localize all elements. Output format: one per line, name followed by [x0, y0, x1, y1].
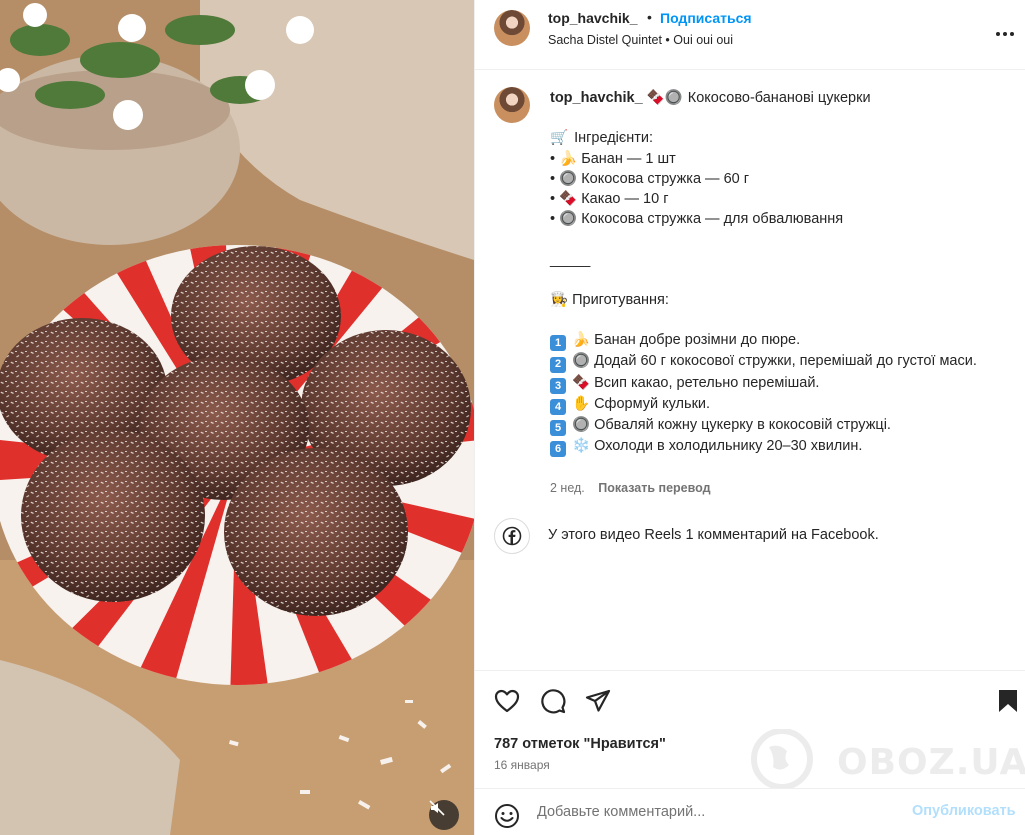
caption-line: • 🍫 Какао — 10 г [550, 189, 990, 209]
post-age: 2 нед. [550, 481, 585, 495]
post-caption: top_havchik_ 🍫🔘 Кокосово-бананові цукерки 🛒… [475, 70, 1025, 670]
post-date[interactable]: 16 января [494, 758, 550, 772]
recipe-step: 4 ✋ Сформуй кульки. [550, 394, 990, 415]
caption-line-text: _____ [550, 251, 591, 268]
comment-button[interactable] [538, 686, 568, 716]
smile-icon[interactable] [494, 803, 520, 829]
bookmark-icon [999, 690, 1017, 712]
step-number-badge: 1 [550, 335, 566, 352]
paper-plane-icon [585, 689, 611, 712]
recipe-step: 5 🔘 Обваляй кожну цукерку в кокосовій стр… [550, 415, 990, 436]
caption-line [550, 270, 990, 290]
separator-dot: • [647, 9, 652, 25]
food-photo [0, 0, 474, 835]
post-details-panel: top_havchik_ • Подписаться Sacha Distel … [474, 0, 1025, 835]
share-button[interactable] [583, 686, 613, 716]
caption-author-avatar[interactable] [494, 87, 530, 123]
caption-username[interactable]: top_havchik_ [550, 90, 643, 106]
likes-count[interactable]: 787 отметок "Нравится" [494, 736, 666, 752]
like-button[interactable] [492, 686, 522, 716]
caption-title-line: top_havchik_ 🍫🔘 Кокосово-бананові цукерки [550, 88, 990, 108]
caption-line: _____ [550, 250, 990, 270]
speaker-muted-icon [429, 800, 445, 816]
translate-button[interactable]: Показать перевод [598, 481, 710, 495]
recipe-step: 3 🍫 Всип какао, ретельно перемішай. [550, 373, 990, 394]
recipe-step: 6 ❄️ Охолоди в холодильнику 20–30 хвилин. [550, 436, 990, 457]
step-number-badge: 5 [550, 419, 566, 436]
more-horizontal-icon[interactable] [995, 19, 1015, 49]
caption-emoji: 🛒 [550, 130, 569, 147]
caption-line: • 🍌 Банан — 1 шт [550, 149, 990, 169]
step-number-badge: 2 [550, 356, 566, 373]
globe-icon [751, 729, 813, 789]
comment-input[interactable] [537, 799, 897, 825]
recipe-step: 1 🍌 Банан добре розімни до пюре. [550, 330, 990, 352]
caption-emoji: 🍫🔘 [646, 90, 683, 106]
mute-toggle-button[interactable] [429, 800, 459, 830]
caption-text: top_havchik_ 🍫🔘 Кокосово-бананові цукерки 🛒… [550, 88, 990, 457]
caption-line: • 🔘 Кокосова стружка — для обвалювання [550, 209, 990, 229]
publish-button[interactable]: Опубликовать [912, 803, 1016, 819]
instagram-post-window: top_havchik_ • Подписаться Sacha Distel … [0, 0, 1025, 835]
step-text: 🍌 Банан добре розімни до пюре. [572, 332, 801, 349]
caption-line-text: Інгредієнти: [574, 130, 654, 147]
caption-line [550, 108, 990, 128]
post-video[interactable] [0, 0, 474, 835]
post-header: top_havchik_ • Подписаться Sacha Distel … [475, 0, 1025, 70]
watermark-text: OBOZ.UA [837, 742, 1025, 783]
author-username[interactable]: top_havchik_ [548, 10, 637, 26]
step-text: ✋ Сформуй кульки. [572, 395, 711, 412]
caption-line-text: • 🔘 Кокосова стружка — для обвалювання [550, 211, 844, 228]
caption-line-text: • 🍌 Банан — 1 шт [550, 150, 676, 167]
watermark-logo: OBOZ.UA [737, 729, 1025, 789]
post-actions: OBOZ.UA 787 отметок "Нравится" 16 января [475, 670, 1025, 789]
follow-button[interactable]: Подписаться [660, 10, 752, 26]
recipe-step: 2 🔘 Додай 60 г кокосової стружки, переміш… [550, 351, 990, 373]
heart-icon [494, 689, 520, 713]
step-number-badge: 3 [550, 377, 566, 394]
step-text: 🍫 Всип какао, ретельно перемішай. [572, 374, 820, 391]
caption-line-text: 👩‍🍳 Приготування: [550, 291, 669, 308]
facebook-note-text: У этого видео Reels 1 комментарий на Fac… [548, 527, 879, 543]
save-button[interactable] [993, 686, 1023, 716]
caption-line-text: • 🔘 Кокосова стружка — 60 г [550, 170, 750, 187]
caption-title: Кокосово-бананові цукерки [687, 90, 871, 106]
step-text: 🔘 Додай 60 г кокосової стружки, переміша… [572, 353, 977, 370]
comment-bubble-icon [541, 689, 566, 714]
caption-meta: 2 нед. Показать перевод [550, 481, 711, 495]
caption-line [550, 229, 990, 249]
comment-composer: Опубликовать [475, 788, 1025, 835]
facebook-icon [502, 526, 522, 546]
step-number-badge: 4 [550, 398, 566, 415]
audio-track-link[interactable]: Sacha Distel Quintet • Oui oui oui [548, 33, 733, 47]
facebook-icon-wrap [494, 518, 530, 554]
facebook-comments-note[interactable]: У этого видео Reels 1 комментарий на Fac… [494, 518, 1004, 554]
step-text: 🔘 Обваляй кожну цукерку в кокосовій стру… [572, 416, 891, 433]
step-text: ❄️ Охолоди в холодильнику 20–30 хвилин. [572, 437, 863, 454]
step-number-badge: 6 [550, 440, 566, 457]
caption-line [550, 310, 990, 330]
caption-line: 👩‍🍳 Приготування: [550, 290, 990, 310]
author-avatar[interactable] [494, 10, 530, 46]
caption-line: 🛒 Інгредієнти: [550, 128, 990, 148]
caption-line-text: • 🍫 Какао — 10 г [550, 191, 669, 207]
caption-line: • 🔘 Кокосова стружка — 60 г [550, 169, 990, 189]
